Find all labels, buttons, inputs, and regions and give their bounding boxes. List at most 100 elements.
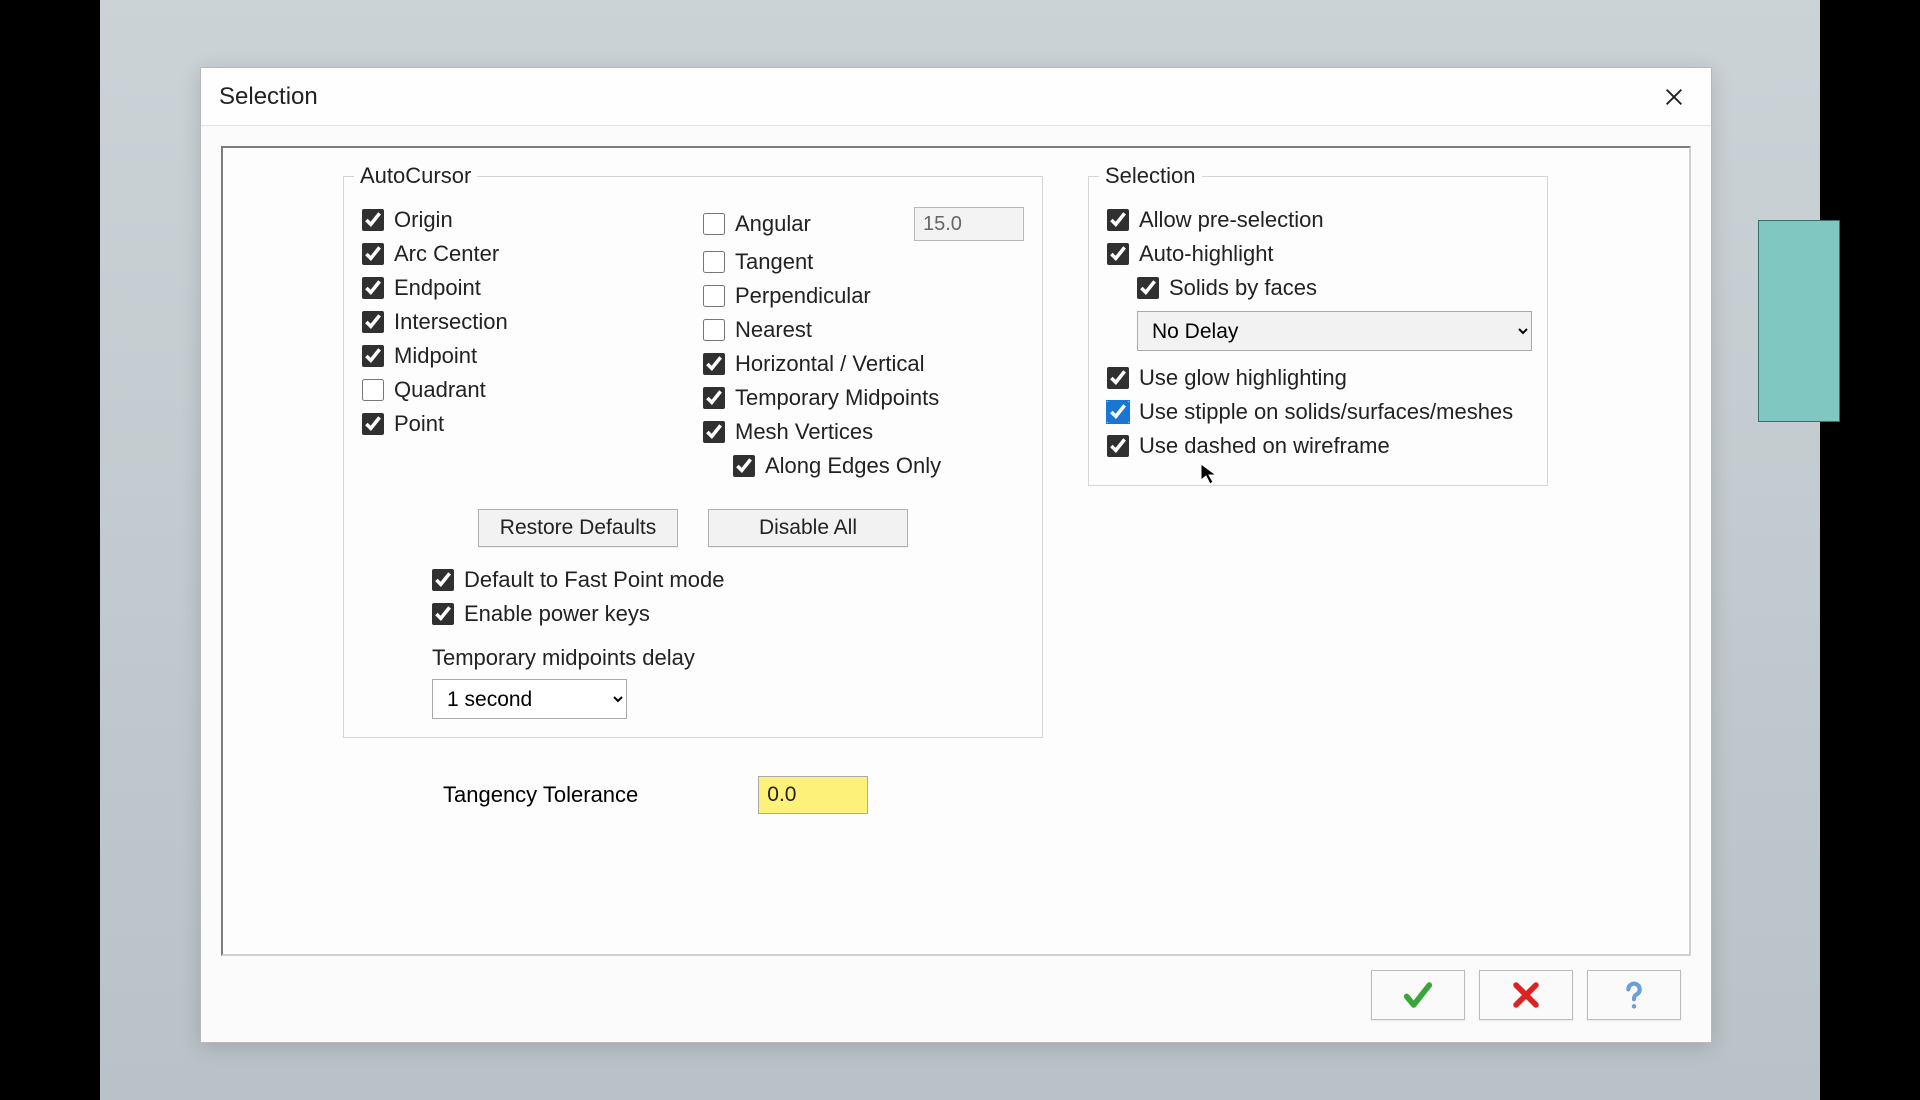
chk-nearest-label: Nearest — [735, 317, 812, 343]
chk-dashed-label: Use dashed on wireframe — [1139, 433, 1390, 459]
chk-stipple-label: Use stipple on solids/surfaces/meshes — [1139, 399, 1513, 425]
x-icon — [1509, 978, 1543, 1012]
autocursor-group: AutoCursor Origin Arc Center Endpoint In… — [343, 176, 1043, 738]
chk-arccenter-label: Arc Center — [394, 241, 499, 267]
chk-intersection-box[interactable] — [362, 311, 384, 333]
chk-point[interactable]: Point — [362, 411, 683, 437]
ok-button[interactable] — [1371, 970, 1465, 1020]
chk-edgesonly-label: Along Edges Only — [765, 453, 941, 479]
close-button[interactable] — [1655, 78, 1693, 116]
chk-arccenter-box[interactable] — [362, 243, 384, 265]
chk-meshv-label: Mesh Vertices — [735, 419, 873, 445]
autocursor-extras: Default to Fast Point mode Enable power … — [432, 567, 1024, 719]
chk-angular-box[interactable] — [703, 213, 725, 235]
chk-nearest-box[interactable] — [703, 319, 725, 341]
autocursor-cols: Origin Arc Center Endpoint Intersection … — [362, 199, 1024, 487]
chk-powerkeys[interactable]: Enable power keys — [432, 601, 1024, 627]
chk-point-label: Point — [394, 411, 444, 437]
chk-origin-label: Origin — [394, 207, 453, 233]
angular-value[interactable] — [914, 207, 1024, 241]
chk-arccenter[interactable]: Arc Center — [362, 241, 683, 267]
selection-dialog: Selection AutoCursor Origin Arc Center E… — [200, 67, 1712, 1043]
chk-autohl[interactable]: Auto-highlight — [1107, 241, 1529, 267]
chk-stipple-box[interactable] — [1107, 401, 1129, 423]
chk-midpoint-label: Midpoint — [394, 343, 477, 369]
footer — [201, 962, 1711, 1042]
chk-presel-box[interactable] — [1107, 209, 1129, 231]
chk-fastpoint-box[interactable] — [432, 569, 454, 591]
chk-autohl-label: Auto-highlight — [1139, 241, 1274, 267]
chk-endpoint-box[interactable] — [362, 277, 384, 299]
autocursor-buttons: Restore Defaults Disable All — [362, 509, 1024, 547]
chk-edgesonly[interactable]: Along Edges Only — [733, 453, 1024, 479]
chk-origin-box[interactable] — [362, 209, 384, 231]
selection-group: Selection Allow pre-selection Auto-highl… — [1088, 176, 1548, 486]
chk-tangent[interactable]: Tangent — [703, 249, 1024, 275]
chk-perpendicular-box[interactable] — [703, 285, 725, 307]
chk-solidsfaces-label: Solids by faces — [1169, 275, 1317, 301]
disable-all-button[interactable]: Disable All — [708, 509, 908, 547]
chk-tangent-label: Tangent — [735, 249, 813, 275]
autocursor-col1: Origin Arc Center Endpoint Intersection … — [362, 199, 683, 487]
cancel-button[interactable] — [1479, 970, 1573, 1020]
chk-perpendicular-label: Perpendicular — [735, 283, 871, 309]
chk-glow-box[interactable] — [1107, 367, 1129, 389]
chk-origin[interactable]: Origin — [362, 207, 683, 233]
chk-point-box[interactable] — [362, 413, 384, 435]
chk-hv[interactable]: Horizontal / Vertical — [703, 351, 1024, 377]
chk-stipple[interactable]: Use stipple on solids/surfaces/meshes — [1107, 399, 1529, 425]
close-icon — [1663, 86, 1685, 108]
chk-tangent-box[interactable] — [703, 251, 725, 273]
chk-edgesonly-box[interactable] — [733, 455, 755, 477]
tangency-row: Tangency Tolerance — [443, 776, 1043, 814]
chk-hv-label: Horizontal / Vertical — [735, 351, 925, 377]
autocursor-col2: Angular Tangent Perpendicular Nearest Ho… — [703, 199, 1024, 487]
chk-meshv[interactable]: Mesh Vertices — [703, 419, 1024, 445]
autocursor-title: AutoCursor — [354, 163, 477, 189]
chk-perpendicular[interactable]: Perpendicular — [703, 283, 1024, 309]
chk-intersection-label: Intersection — [394, 309, 508, 335]
chk-presel-label: Allow pre-selection — [1139, 207, 1324, 233]
content-frame: AutoCursor Origin Arc Center Endpoint In… — [221, 146, 1691, 956]
tangency-input[interactable] — [758, 776, 868, 814]
chk-quadrant-label: Quadrant — [394, 377, 486, 403]
chk-presel[interactable]: Allow pre-selection — [1107, 207, 1529, 233]
chk-meshv-box[interactable] — [703, 421, 725, 443]
chk-powerkeys-box[interactable] — [432, 603, 454, 625]
chk-fastpoint-label: Default to Fast Point mode — [464, 567, 724, 593]
restore-defaults-button[interactable]: Restore Defaults — [478, 509, 678, 547]
right-column: Selection Allow pre-selection Auto-highl… — [1088, 166, 1548, 486]
nodelay-select[interactable]: No Delay — [1137, 311, 1532, 351]
titlebar: Selection — [201, 68, 1711, 126]
chk-quadrant[interactable]: Quadrant — [362, 377, 683, 403]
tangency-label: Tangency Tolerance — [443, 782, 638, 808]
chk-dashed-box[interactable] — [1107, 435, 1129, 457]
chk-glow[interactable]: Use glow highlighting — [1107, 365, 1529, 391]
tempmid-delay-select[interactable]: 1 second — [432, 679, 627, 719]
chk-nearest[interactable]: Nearest — [703, 317, 1024, 343]
chk-tempmid[interactable]: Temporary Midpoints — [703, 385, 1024, 411]
chk-angular[interactable]: Angular — [703, 207, 1024, 241]
question-icon — [1617, 978, 1651, 1012]
left-column: AutoCursor Origin Arc Center Endpoint In… — [343, 166, 1043, 814]
chk-endpoint-label: Endpoint — [394, 275, 481, 301]
chk-quadrant-box[interactable] — [362, 379, 384, 401]
chk-solidsfaces[interactable]: Solids by faces — [1137, 275, 1529, 301]
chk-tempmid-box[interactable] — [703, 387, 725, 409]
chk-solidsfaces-box[interactable] — [1137, 277, 1159, 299]
nodelay-wrap: No Delay — [1137, 311, 1529, 351]
tempmid-delay-label: Temporary midpoints delay — [432, 645, 1024, 671]
chk-midpoint-box[interactable] — [362, 345, 384, 367]
chk-dashed[interactable]: Use dashed on wireframe — [1107, 433, 1529, 459]
selection-title: Selection — [1099, 163, 1202, 189]
dialog-title: Selection — [219, 83, 318, 111]
chk-fastpoint[interactable]: Default to Fast Point mode — [432, 567, 1024, 593]
chk-autohl-box[interactable] — [1107, 243, 1129, 265]
chk-hv-box[interactable] — [703, 353, 725, 375]
checkmark-icon — [1401, 978, 1435, 1012]
help-button[interactable] — [1587, 970, 1681, 1020]
chk-endpoint[interactable]: Endpoint — [362, 275, 683, 301]
chk-powerkeys-label: Enable power keys — [464, 601, 650, 627]
chk-intersection[interactable]: Intersection — [362, 309, 683, 335]
chk-midpoint[interactable]: Midpoint — [362, 343, 683, 369]
